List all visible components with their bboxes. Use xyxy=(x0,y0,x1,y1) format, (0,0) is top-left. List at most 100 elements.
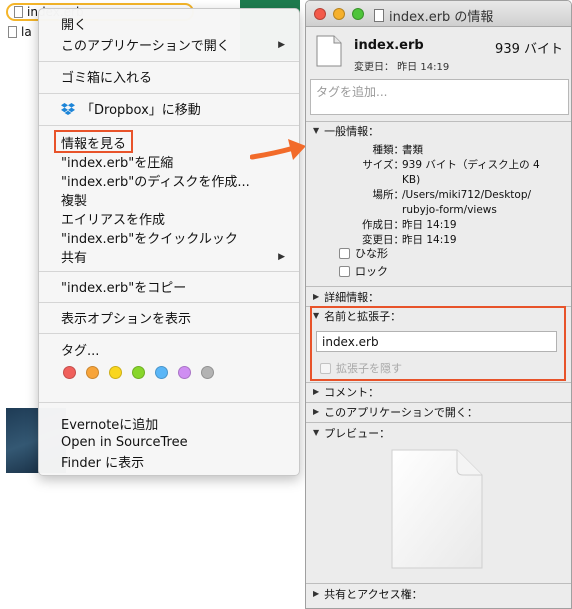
tag-color-dot[interactable] xyxy=(86,366,99,379)
menu-item-label: Open in SourceTree xyxy=(61,435,188,450)
menu-item-open[interactable]: 開く xyxy=(61,14,285,33)
menu-separator xyxy=(39,125,299,126)
info-row: KB) xyxy=(306,173,571,188)
section-title: 詳細情報： xyxy=(324,290,380,304)
section-more-info[interactable]: ▶ 詳細情報： xyxy=(306,288,571,305)
section-sharing-permissions[interactable]: ▶ 共有とアクセス権： xyxy=(306,585,571,602)
info-value: 書類 xyxy=(402,144,423,156)
menu-item-move-dropbox[interactable]: 「Dropbox」に移動 xyxy=(61,99,285,118)
menu-item-duplicate[interactable]: 複製 xyxy=(61,190,285,209)
info-header: index.erb 939 バイト 変更日： 昨日 14:19 xyxy=(306,27,571,77)
menu-separator xyxy=(39,302,299,303)
menu-item-label: "index.erb"のディスクを作成... xyxy=(61,175,250,190)
divider xyxy=(306,422,571,423)
info-value: 昨日 14:19 xyxy=(402,219,457,231)
file-icon xyxy=(14,6,23,18)
menu-item-label: ゴミ箱に入れる xyxy=(61,71,153,86)
disclosure-triangle-open-icon: ▼ xyxy=(313,126,320,135)
menu-item-sourcetree[interactable]: Open in SourceTree xyxy=(61,433,285,452)
close-button[interactable] xyxy=(314,8,326,20)
menu-item-evernote[interactable]: Evernoteに追加 xyxy=(61,414,285,433)
info-key: サイズ： xyxy=(362,159,404,171)
modified-date: 変更日： 昨日 14:19 xyxy=(354,62,450,73)
file-item[interactable]: la xyxy=(8,24,32,40)
menu-item-label: エイリアスを作成 xyxy=(61,213,166,228)
locked-checkbox-row[interactable]: ロック xyxy=(339,263,388,279)
tag-color-dot[interactable] xyxy=(201,366,214,379)
menu-item-share[interactable]: 共有 ▶ xyxy=(61,247,285,266)
info-value: 939 バイト（ディスク上の 4 xyxy=(402,159,540,171)
tag-color-dot[interactable] xyxy=(109,366,122,379)
title-bar[interactable]: index.erb の情報 xyxy=(306,1,571,27)
tag-color-row xyxy=(63,366,214,379)
disclosure-triangle-closed-icon: ▶ xyxy=(313,407,320,416)
tag-color-dot[interactable] xyxy=(155,366,168,379)
zoom-button[interactable] xyxy=(352,8,364,20)
menu-item-view-options[interactable]: 表示オプションを表示 xyxy=(61,308,285,327)
highlight-box xyxy=(310,306,566,381)
menu-item-label: 開く xyxy=(61,18,88,33)
checkbox-label: ロック xyxy=(355,265,388,278)
submenu-arrow-icon: ▶ xyxy=(278,39,285,50)
section-title: 一般情報： xyxy=(324,124,380,138)
menu-item-quick-look[interactable]: "index.erb"をクイックルック xyxy=(61,228,285,247)
section-title: このアプリケーションで開く： xyxy=(324,405,478,419)
info-row: 場所：/Users/miki712/Desktop/ xyxy=(306,188,571,203)
info-value: KB) xyxy=(402,174,421,186)
divider xyxy=(306,286,571,287)
disclosure-triangle-open-icon: ▼ xyxy=(313,428,320,437)
section-title: プレビュー： xyxy=(324,426,391,440)
info-row: 種類： 書類 xyxy=(306,143,571,158)
menu-item-label: 表示オプションを表示 xyxy=(61,312,192,327)
menu-item-label: 「Dropbox」に移動 xyxy=(81,103,201,118)
info-row: rubyjo-form/views xyxy=(306,203,571,218)
menu-item-tags[interactable]: タグ... xyxy=(61,340,285,359)
tag-color-dot[interactable] xyxy=(132,366,145,379)
section-comments[interactable]: ▶ コメント： xyxy=(306,383,571,400)
menu-item-burn[interactable]: "index.erb"のディスクを作成... xyxy=(61,171,285,190)
submenu-arrow-icon: ▶ xyxy=(278,251,285,262)
menu-item-copy[interactable]: "index.erb"をコピー xyxy=(61,277,285,296)
disclosure-triangle-closed-icon: ▶ xyxy=(313,589,320,598)
divider xyxy=(306,583,571,584)
menu-item-show-in-finder[interactable]: Finder に表示 xyxy=(61,452,285,471)
tag-input[interactable]: タグを追加... xyxy=(310,79,569,115)
disclosure-triangle-closed-icon: ▶ xyxy=(313,292,320,301)
info-value: rubyjo-form/views xyxy=(402,204,497,216)
menu-item-make-alias[interactable]: エイリアスを作成 xyxy=(61,209,285,228)
checkbox-label: ひな形 xyxy=(355,247,388,260)
file-name: index.erb xyxy=(354,38,424,53)
info-value: 昨日 14:19 xyxy=(402,234,457,246)
section-general[interactable]: ▼ 一般情報： xyxy=(306,122,571,139)
menu-separator xyxy=(39,271,299,272)
menu-item-label: 複製 xyxy=(61,194,88,209)
stationery-checkbox-row[interactable]: ひな形 xyxy=(339,245,388,261)
info-key: 作成日： xyxy=(362,219,404,231)
context-menu: 開く このアプリケーションで開く ▶ ゴミ箱に入れる 「Dropbox」に移動 情… xyxy=(38,8,300,476)
menu-item-label: "index.erb"を圧縮 xyxy=(61,156,174,171)
menu-item-label: このアプリケーションで開く xyxy=(61,39,230,54)
stationery-checkbox[interactable] xyxy=(339,247,350,259)
section-open-with[interactable]: ▶ このアプリケーションで開く： xyxy=(306,403,571,420)
menu-item-label: "index.erb"をコピー xyxy=(61,281,187,296)
menu-item-trash[interactable]: ゴミ箱に入れる xyxy=(61,67,285,86)
tag-color-dot[interactable] xyxy=(178,366,191,379)
info-value: /Users/miki712/Desktop/ xyxy=(402,189,532,201)
info-key: 種類： xyxy=(372,144,405,156)
info-row: サイズ： 939 バイト（ディスク上の 4 xyxy=(306,158,571,173)
menu-item-open-with[interactable]: このアプリケーションで開く ▶ xyxy=(61,35,285,54)
locked-checkbox[interactable] xyxy=(339,265,350,277)
info-row: 作成日： 昨日 14:19 xyxy=(306,218,571,233)
section-preview[interactable]: ▼ プレビュー： xyxy=(306,424,571,441)
info-key: 場所： xyxy=(372,189,405,201)
menu-item-label: Evernoteに追加 xyxy=(61,418,159,433)
preview-document-icon xyxy=(391,449,483,569)
highlight-box xyxy=(54,130,133,153)
minimize-button[interactable] xyxy=(333,8,345,20)
menu-separator xyxy=(39,402,299,403)
tag-color-dot[interactable] xyxy=(63,366,76,379)
menu-item-label: "index.erb"をクイックルック xyxy=(61,232,238,247)
section-title: コメント： xyxy=(324,385,380,399)
document-icon xyxy=(316,35,342,67)
menu-separator xyxy=(39,93,299,94)
